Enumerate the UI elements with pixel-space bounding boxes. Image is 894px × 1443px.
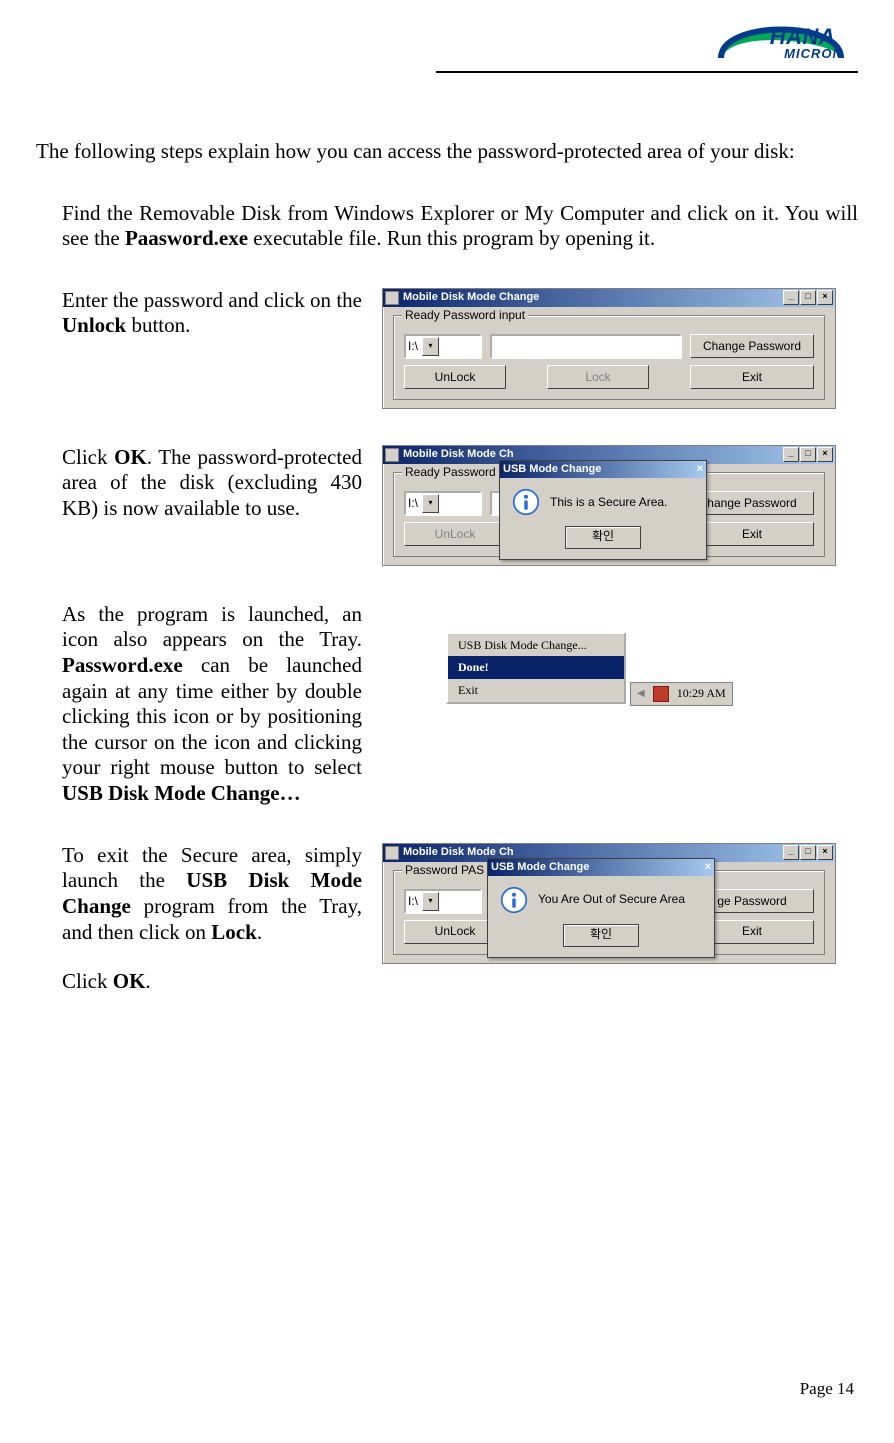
drive-combo[interactable]: I:\▾ — [404, 334, 482, 359]
groupbox-label: Password PAS — [402, 863, 487, 878]
system-tray: ◀ 10:29 AM — [630, 682, 733, 706]
minimize-icon[interactable]: _ — [783, 447, 799, 462]
popup-message: You Are Out of Secure Area — [538, 892, 685, 907]
menu-item-mode-change[interactable]: USB Disk Mode Change... — [448, 634, 624, 657]
password-input[interactable] — [490, 334, 682, 359]
ok-button[interactable]: 확인 — [565, 526, 641, 549]
info-icon — [512, 488, 540, 516]
popup-title: USB Mode Change — [491, 861, 589, 874]
exit-button[interactable]: Exit — [690, 365, 814, 389]
close-icon[interactable]: × — [817, 447, 833, 462]
screenshot-2: Mobile Disk Mode Ch _ □ × Ready Password — [382, 445, 836, 566]
drive-combo[interactable]: I:\▾ — [404, 491, 482, 516]
step2-text: Enter the password and click on the Unlo… — [62, 288, 362, 339]
app-icon — [385, 291, 399, 305]
minimize-icon[interactable]: _ — [783, 290, 799, 305]
secure-area-popup: USB Mode Change× This is a Secure Area. … — [499, 460, 707, 560]
unlock-button[interactable]: UnLock — [404, 365, 506, 389]
close-icon[interactable]: × — [817, 290, 833, 305]
popup-title: USB Mode Change — [503, 463, 601, 476]
tray-clock: 10:29 AM — [677, 686, 726, 701]
tray-context-menu: USB Disk Mode Change... Done! Exit — [446, 632, 626, 704]
groupbox-label: Ready Password input — [402, 308, 528, 323]
step3-text: Click OK. The password-protected area of… — [62, 445, 362, 522]
step1-text: Find the Removable Disk from Windows Exp… — [62, 201, 858, 252]
chevron-down-icon: ▾ — [422, 337, 439, 356]
tray-app-icon[interactable] — [653, 686, 669, 702]
window-title: Mobile Disk Mode Ch — [403, 448, 514, 461]
ok-button[interactable]: 확인 — [563, 924, 639, 947]
close-icon[interactable]: × — [817, 845, 833, 860]
screenshot-3: USB Disk Mode Change... Done! Exit ◀ 10:… — [446, 632, 836, 706]
maximize-icon[interactable]: □ — [800, 447, 816, 462]
popup-message: This is a Secure Area. — [550, 495, 667, 510]
menu-item-exit[interactable]: Exit — [448, 679, 624, 702]
bullet-icon — [36, 969, 62, 995]
menu-item-done[interactable]: Done! — [448, 656, 624, 679]
step6-text: Click OK. — [62, 969, 362, 995]
exit-button[interactable]: Exit — [690, 522, 814, 546]
change-password-button[interactable]: Change Password — [690, 334, 814, 358]
tray-arrow-icon: ◀ — [637, 688, 645, 700]
maximize-icon[interactable]: □ — [800, 290, 816, 305]
lock-button: Lock — [547, 365, 649, 389]
maximize-icon[interactable]: □ — [800, 845, 816, 860]
change-password-button[interactable]: hange Password — [690, 491, 814, 515]
chevron-down-icon: ▾ — [422, 494, 439, 513]
drive-combo[interactable]: I:\▾ — [404, 889, 482, 914]
chevron-down-icon: ▾ — [422, 892, 439, 911]
close-icon[interactable]: × — [705, 861, 711, 874]
close-icon[interactable]: × — [697, 463, 703, 476]
step4-text: As the program is launched, an icon also… — [62, 602, 362, 807]
out-of-secure-popup: USB Mode Change × You Are Out of Secure A… — [487, 858, 715, 958]
window-title: Mobile Disk Mode Change — [403, 291, 539, 304]
minimize-icon[interactable]: _ — [783, 845, 799, 860]
step5-text: To exit the Secure area, simply launch t… — [62, 843, 362, 945]
logo: HANA MICRON — [703, 6, 858, 61]
groupbox-label: Ready Password — [402, 465, 499, 480]
header: HANA MICRON — [36, 0, 858, 61]
intro-text: The following steps explain how you can … — [36, 139, 858, 165]
unlock-button: UnLock — [404, 522, 506, 546]
screenshot-4: Mobile Disk Mode Ch _ □ × Password PAS — [382, 843, 836, 964]
info-icon — [500, 886, 528, 914]
app-icon — [385, 448, 399, 462]
app-icon — [385, 846, 399, 860]
page-number: Page 14 — [800, 1379, 854, 1399]
screenshot-1: Mobile Disk Mode Change _ □ × Ready Pass… — [382, 288, 836, 409]
